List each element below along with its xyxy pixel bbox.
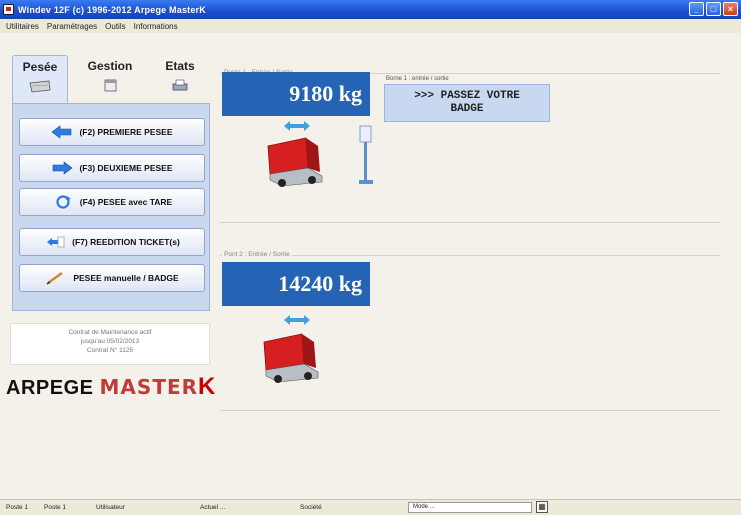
status-societe: Société	[300, 504, 322, 511]
refresh-icon	[56, 195, 71, 209]
scale-icon	[29, 80, 51, 93]
printer-icon	[172, 79, 188, 91]
station-2-group: Pont 2 : Entrée / Sortie 14240 kg	[220, 251, 720, 411]
status-combo[interactable]: Mode ...	[408, 502, 532, 513]
transfer-arrows-icon	[284, 121, 310, 131]
minimize-button[interactable]: _	[689, 2, 704, 16]
status-poste: Poste 1	[6, 504, 29, 511]
menu-item-informations[interactable]: Informations	[134, 22, 178, 31]
pesee-manuelle-button[interactable]: PESEE manuelle / BADGE	[19, 264, 205, 292]
reprint-icon	[47, 236, 65, 248]
arrow-right-icon	[53, 161, 73, 175]
station-2-weight: 14240 kg	[222, 262, 370, 306]
pen-icon	[46, 271, 64, 285]
badge-reader-icon	[359, 125, 373, 184]
action-panel: (F2) PREMIERE PESEE (F3) DEUXIEME PESEE …	[12, 103, 210, 311]
station-1-message: >>> PASSEZ VOTRE BADGE	[384, 84, 550, 122]
status-poste-2: Poste 1	[44, 504, 67, 511]
status-bar: Poste 1 Poste 1 Utilisateur Actuel ... S…	[0, 499, 741, 515]
arrow-left-icon	[51, 125, 72, 139]
pesee-manuelle-label: PESEE manuelle / BADGE	[73, 273, 179, 283]
status-utilisateur: Utilisateur	[96, 504, 125, 511]
station-1-weight: 9180 kg	[222, 72, 370, 116]
menu-bar: Utilitaires Paramétrages Outils Informat…	[0, 19, 741, 33]
window-title: Windev 12F (c) 1996-2012 Arpege MasterK	[18, 4, 206, 15]
pesee-tare-button[interactable]: (F4) PESEE avec TARE	[19, 188, 205, 216]
main-area: Poste 1 : Entrée / Sortie 9180 kg Borne …	[214, 49, 734, 411]
tab-etats[interactable]: Etats	[152, 55, 208, 103]
info-line-2: jusqu'au 05/02/2013	[80, 338, 140, 345]
tab-gestion-label: Gestion	[87, 59, 133, 73]
calendar-icon	[104, 79, 117, 92]
deuxieme-pesee-label: (F3) DEUXIEME PESEE	[79, 163, 173, 173]
premiere-pesee-button[interactable]: (F2) PREMIERE PESEE	[19, 118, 205, 146]
arpege-masterk-logo: ARPEGE MASTERK	[6, 373, 216, 400]
maintenance-info: Contrat de Maintenance actif jusqu'au 05…	[10, 323, 210, 365]
deuxieme-pesee-button[interactable]: (F3) DEUXIEME PESEE	[19, 154, 205, 182]
menu-item-utilitaires[interactable]: Utilitaires	[6, 22, 39, 31]
truck-icon	[263, 333, 319, 383]
tab-gestion[interactable]: Gestion	[82, 55, 138, 103]
calendar-icon[interactable]: ▦	[536, 501, 548, 513]
app-icon	[3, 4, 14, 15]
maximize-button[interactable]: □	[706, 2, 721, 16]
sidebar: Pesée Gestion Etats (F2) PREMIERE PESEE …	[6, 49, 215, 409]
truck-icon	[267, 137, 323, 187]
premiere-pesee-label: (F2) PREMIERE PESEE	[79, 127, 173, 137]
info-line-3: Contrat N° 1125	[86, 347, 134, 354]
station-1-message-line-2: BADGE	[450, 103, 484, 115]
menu-item-parametrages[interactable]: Paramétrages	[47, 22, 97, 31]
menu-item-outils[interactable]: Outils	[105, 22, 125, 31]
tab-pesee[interactable]: Pesée	[12, 55, 68, 103]
title-bar: Windev 12F (c) 1996-2012 Arpege MasterK …	[0, 0, 741, 19]
close-button[interactable]: ×	[723, 2, 738, 16]
station-1-group: Poste 1 : Entrée / Sortie 9180 kg Borne …	[220, 69, 720, 223]
tab-pesee-label: Pesée	[22, 60, 58, 74]
tab-strip: Pesée Gestion Etats	[6, 49, 212, 104]
status-actuel: Actuel ...	[200, 504, 226, 511]
info-line-1: Contrat de Maintenance actif	[68, 329, 152, 336]
station-2-label: Pont 2 : Entrée / Sortie	[222, 251, 292, 258]
reedition-ticket-label: (F7) REEDITION TICKET(s)	[72, 237, 180, 247]
station-1-message-label: Borne 1 : entrée / sortie	[386, 76, 449, 82]
tab-etats-label: Etats	[165, 59, 195, 73]
station-1-message-line-1: >>> PASSEZ VOTRE	[414, 90, 520, 102]
reedition-ticket-button[interactable]: (F7) REEDITION TICKET(s)	[19, 228, 205, 256]
window-controls: _ □ ×	[689, 2, 738, 16]
pesee-tare-label: (F4) PESEE avec TARE	[79, 197, 173, 207]
transfer-arrows-icon	[284, 315, 310, 325]
